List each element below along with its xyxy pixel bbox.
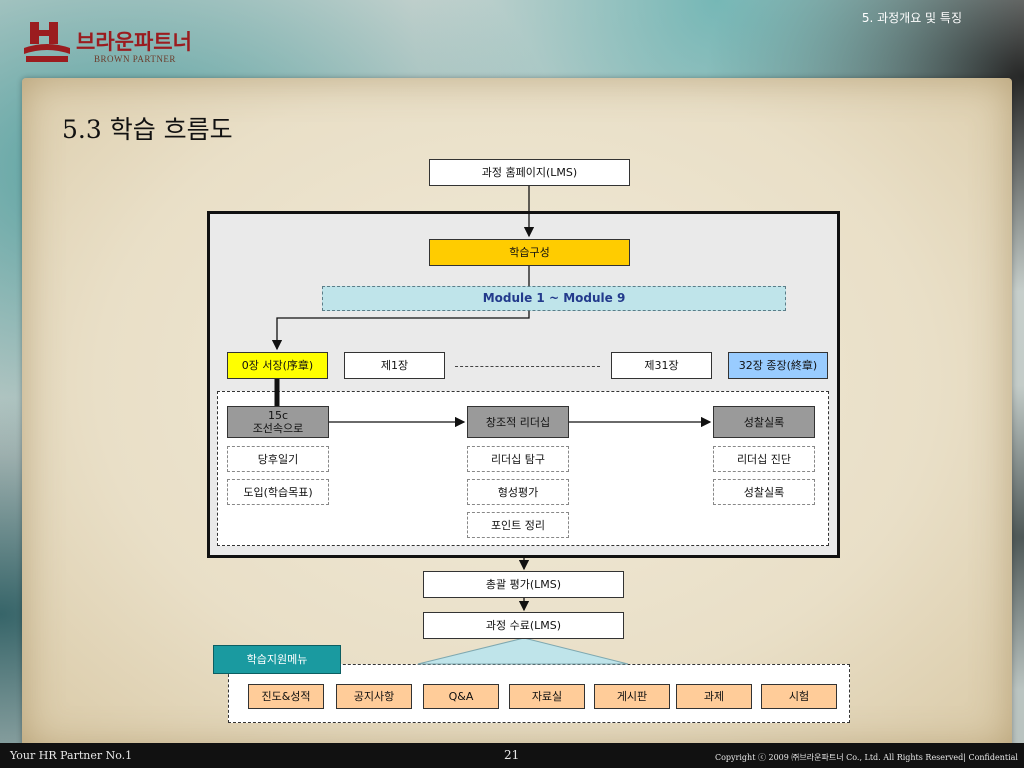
learning-composition-box: 학습구성: [429, 239, 630, 266]
module-range-box: Module 1 ~ Module 9: [322, 286, 786, 311]
sub-item-col3-1: 리더십 진단: [713, 446, 815, 472]
chapter-31-box: 제31장: [611, 352, 712, 379]
support-menu-archive: 자료실: [509, 684, 585, 709]
sub-item-col2-1: 리더십 탐구: [467, 446, 569, 472]
sub-item-col2-2: 형성평가: [467, 479, 569, 505]
footer-slogan: Your HR Partner No.1: [10, 749, 133, 762]
support-menu-notice: 공지사항: [336, 684, 412, 709]
flow-connectors: [271, 186, 712, 665]
support-menu-title: 학습지원메뉴: [213, 645, 341, 674]
support-menu-exam: 시험: [761, 684, 837, 709]
support-menu-board: 게시판: [594, 684, 670, 709]
support-menu-callout-shape: [417, 637, 629, 665]
footer-copyright: Copyright ⓒ 2009 ㈜브라운파트너 Co., Ltd. All R…: [714, 753, 1018, 762]
page-number: 21: [504, 748, 520, 762]
prologue-chapter-box: 0장 서장(序章): [227, 352, 328, 379]
lms-homepage-box: 과정 홈페이지(LMS): [429, 159, 630, 186]
support-menu-progress: 진도&성적: [248, 684, 324, 709]
sub-item-col1-2: 도입(학습목표): [227, 479, 329, 505]
chapter-range-dashes: [455, 366, 600, 367]
chapter-1-box: 제1장: [344, 352, 445, 379]
step-joseon-line2: 조선속으로: [252, 422, 304, 435]
epilogue-chapter-box: 32장 종장(終章): [728, 352, 828, 379]
course-completion-box: 과정 수료(LMS): [423, 612, 624, 639]
sub-item-col2-3: 포인트 정리: [467, 512, 569, 538]
arrow-module-to-prologue: [271, 311, 530, 351]
step-joseon-box: 15c 조선속으로: [227, 406, 329, 438]
step-joseon-line1: 15c: [267, 409, 289, 422]
sub-item-col1-1: 당후일기: [227, 446, 329, 472]
slide: 브라운파트너 BROWN PARTNER 5. 과정개요 및 특징 5.3 학습…: [0, 0, 1024, 768]
step-creative-leadership-box: 창조적 리더십: [467, 406, 569, 438]
step-reflection-box: 성찰실록: [713, 406, 815, 438]
sub-item-col3-2: 성찰실록: [713, 479, 815, 505]
summary-evaluation-box: 총괄 평가(LMS): [423, 571, 624, 598]
support-menu-qna: Q&A: [423, 684, 499, 709]
support-menu-assignment: 과제: [676, 684, 752, 709]
